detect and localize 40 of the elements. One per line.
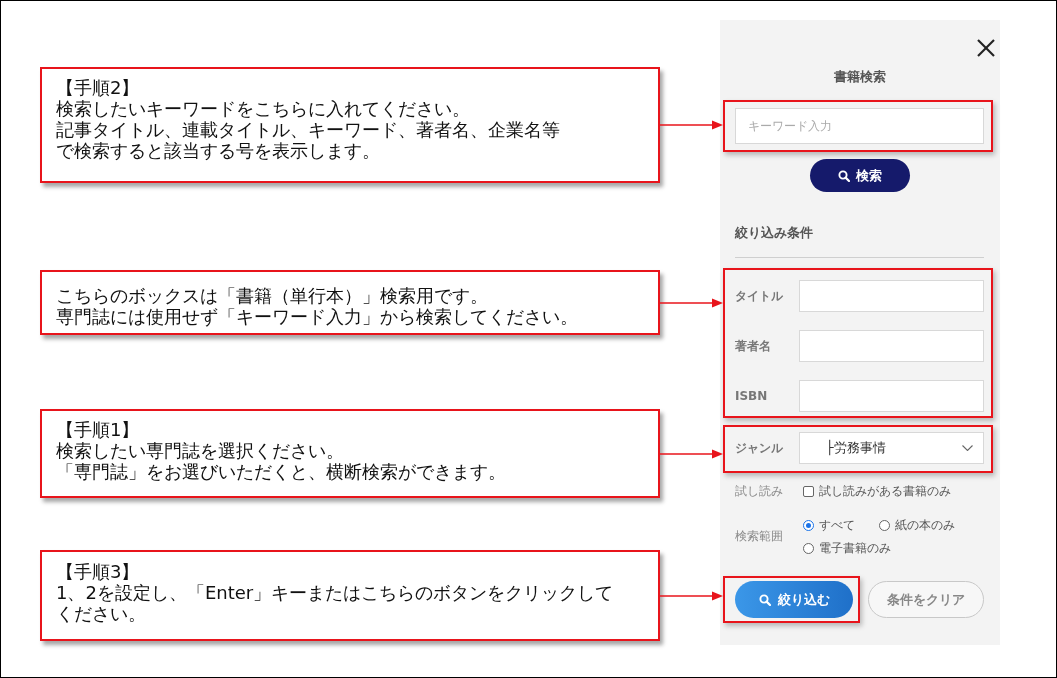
callout-text: ください。 [56,603,146,624]
callout-text: 「専門誌」をお選びいただくと、横断検索ができます。 [56,461,506,482]
panel-title: 書籍検索 [832,68,887,86]
close-icon [977,39,995,57]
callout-text: 検索したい専門誌を選択ください。 [56,440,344,461]
callout-text: 記事タイトル、連載タイトル、キーワード、著者名、企業名等 [56,119,560,140]
radio-button[interactable] [803,519,814,531]
close-button[interactable] [977,39,995,57]
checkbox-label: 試し読みがある書籍のみ [819,482,951,500]
text-field[interactable] [799,280,984,312]
callout-text: 専門誌には使用せず「キーワード入力」から検索してください。 [56,306,578,327]
radio-label: すべて [819,516,855,534]
radio-button[interactable] [803,542,814,554]
search-icon [758,593,771,606]
radio-label: 紙の本のみ [895,516,955,534]
text-field[interactable] [799,330,984,362]
genre-select[interactable]: ├労務事情 [799,432,984,464]
section-heading: 絞り込み条件 [735,224,814,242]
callout-text: 1、2を設定し、「Enter」キーまたはこちらのボタンをクリックして [56,582,614,603]
checkbox[interactable] [803,485,814,497]
radio-button[interactable] [879,519,890,531]
field-label: ジャンル [735,439,784,457]
field-label: 著者名 [735,337,772,355]
field-label: 検索範囲 [735,528,784,545]
callout-text: で検索すると該当する号を表示します。 [56,140,380,161]
callout-text: 【手順1】 [56,419,140,440]
field-label: ISBN [735,389,769,403]
search-icon [837,169,850,182]
callout-text: 【手順3】 [56,561,140,582]
chevron-down-icon [962,445,973,451]
field-label: 試し読み [735,482,784,500]
text-field[interactable] [799,380,984,412]
callout-text: 【手順2】 [56,77,140,98]
radio-label: 電子書籍のみ [819,539,891,557]
search-button[interactable]: 検索 [809,159,910,192]
callout-text: こちらのボックスは「書籍（単行本）」検索用です。 [56,285,488,306]
field-label: タイトル [735,287,784,305]
keyword-field[interactable]: キーワード入力 [735,108,984,144]
callout-text: 検索したいキーワードをこちらに入れてください。 [56,98,470,119]
filter-button[interactable]: 絞り込む [735,581,853,618]
